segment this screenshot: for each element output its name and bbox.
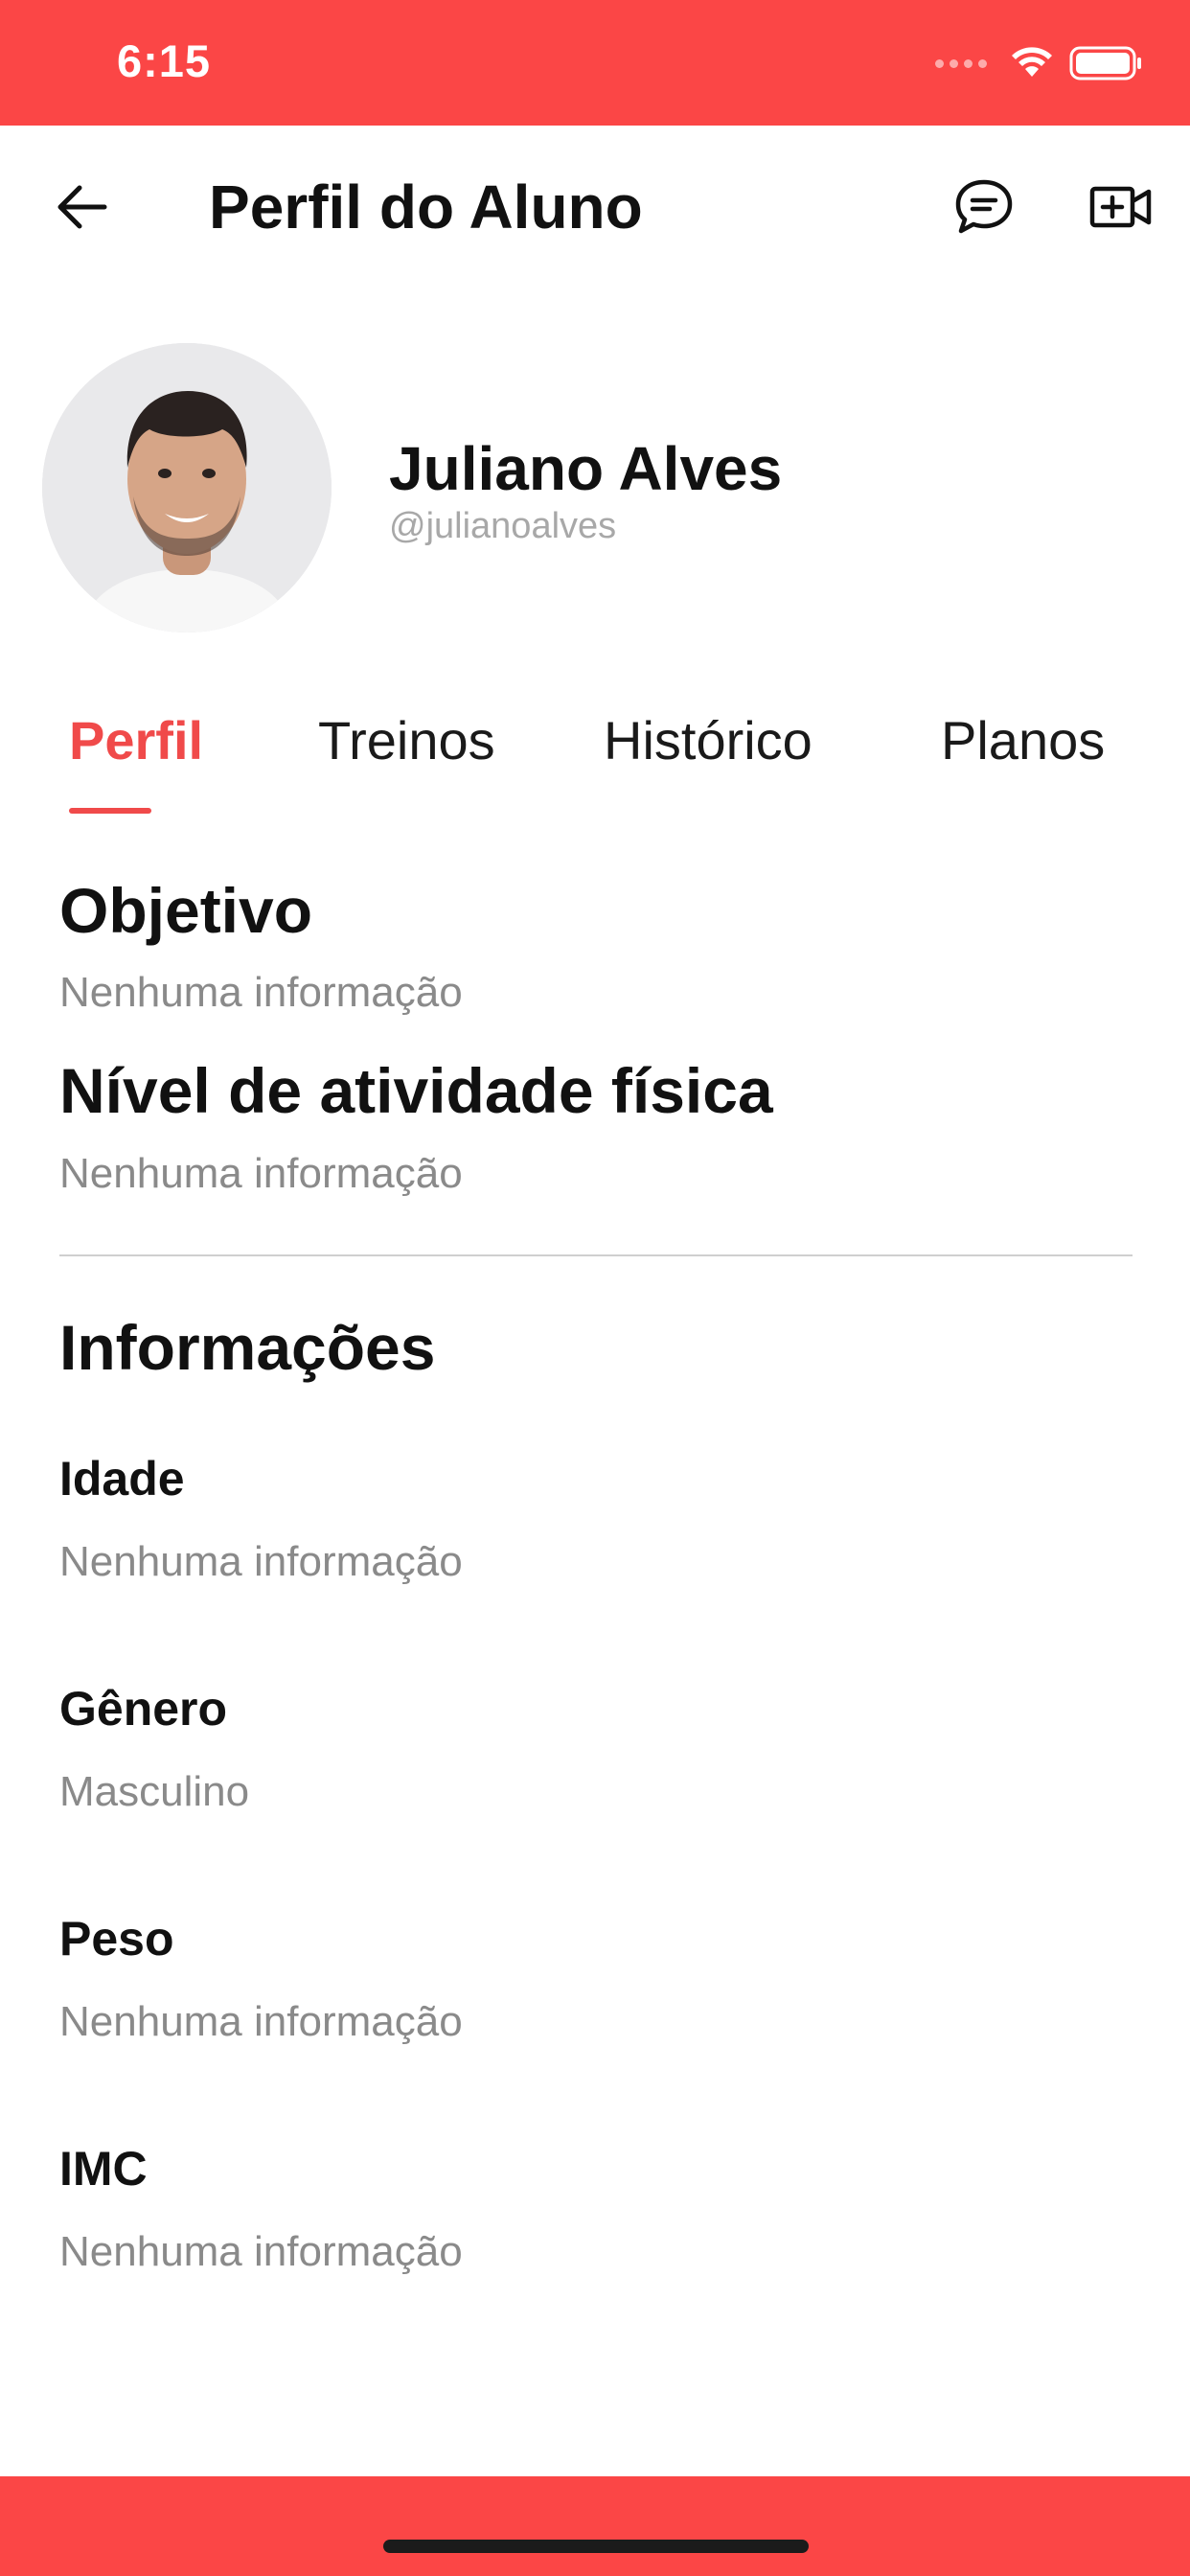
field-value-imc: Nenhuma informação (59, 2228, 463, 2275)
tab-treinos[interactable]: Treinos (318, 709, 495, 771)
field-label-imc: IMC (59, 2142, 148, 2196)
page-title: Perfil do Aluno (209, 172, 643, 242)
field-value-idade: Nenhuma informação (59, 1538, 463, 1585)
field-value-peso: Nenhuma informação (59, 1998, 463, 2045)
signal-icon (935, 58, 987, 68)
chat-button[interactable] (950, 173, 1018, 241)
field-value-genero: Masculino (59, 1768, 250, 1815)
status-icons (935, 44, 1144, 82)
back-button[interactable] (50, 175, 113, 239)
battery-icon (1069, 46, 1141, 80)
avatar-photo (42, 343, 332, 632)
wifi-icon (1012, 47, 1052, 77)
tab-planos[interactable]: Planos (941, 709, 1105, 771)
status-time: 6:15 (117, 35, 212, 86)
video-call-button[interactable] (1085, 173, 1157, 241)
profile-name: Juliano Alves (389, 434, 783, 503)
activity-level-value: Nenhuma informação (59, 1150, 463, 1197)
tab-perfil[interactable]: Perfil (69, 709, 203, 771)
field-label-idade: Idade (59, 1452, 185, 1506)
field-label-peso: Peso (59, 1912, 174, 1966)
chat-bubble-icon (955, 179, 1013, 234)
arrow-left-icon (57, 185, 107, 229)
tab-historico[interactable]: Histórico (604, 709, 812, 771)
profile-tabs: Perfil Treinos Histórico Planos (0, 690, 1190, 824)
app-header: Perfil do Aluno (0, 126, 1190, 288)
activity-level-title: Nível de atividade física (59, 1055, 773, 1126)
video-add-icon (1089, 186, 1152, 228)
status-bar: 6:15 (0, 0, 1190, 126)
goal-value: Nenhuma informação (59, 969, 463, 1016)
avatar (42, 343, 332, 632)
bottom-bar (0, 2476, 1190, 2576)
goal-title: Objetivo (59, 875, 313, 946)
info-title: Informações (59, 1312, 436, 1383)
profile-username: @julianoalves (389, 506, 617, 546)
home-indicator[interactable] (383, 2540, 809, 2553)
field-label-genero: Gênero (59, 1682, 228, 1736)
active-tab-indicator (69, 808, 151, 814)
divider (59, 1254, 1133, 1256)
